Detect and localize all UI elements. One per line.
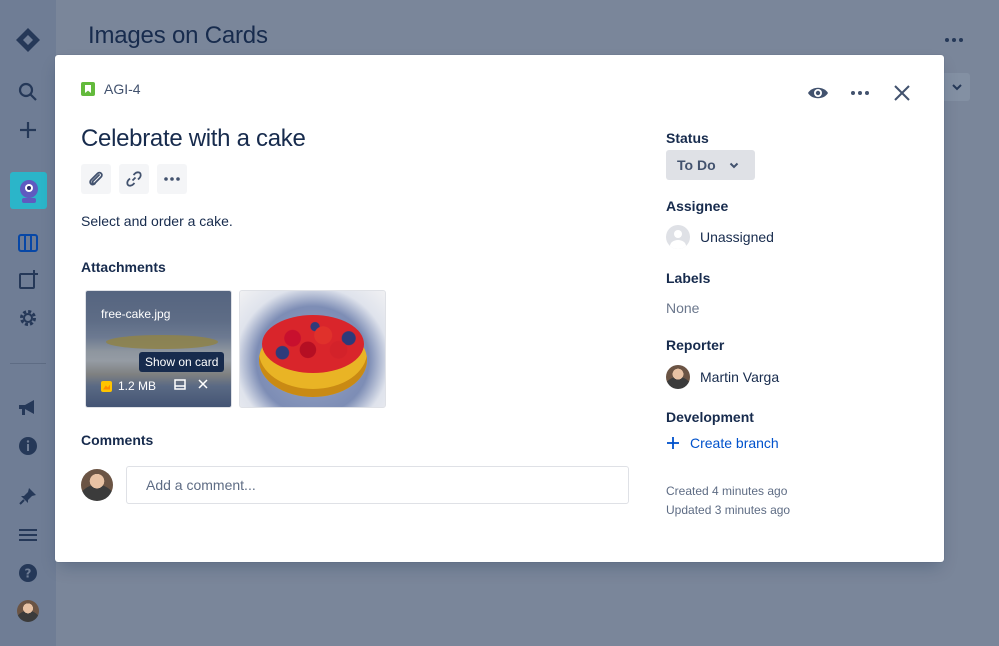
attachment-thumbnail[interactable] [239,290,386,408]
status-dropdown[interactable]: To Do [666,150,755,180]
issue-key[interactable]: AGI-4 [81,81,141,97]
profile-avatar-icon[interactable] [10,593,46,629]
menu-icon[interactable] [10,517,46,553]
reporter-field[interactable]: Martin Varga [666,365,779,389]
labels-value[interactable]: None [666,300,699,316]
assignee-label: Assignee [666,198,729,214]
updated-date: Updated 3 minutes ago [666,503,791,517]
reporter-label: Reporter [666,337,725,353]
tart-berries [262,315,364,373]
attachment-meta: 1.2 MB [101,379,156,393]
delete-icon[interactable] [198,379,208,389]
avatar [17,600,39,622]
issue-summary[interactable]: Celebrate with a cake [81,125,306,153]
attachment-name: free-cake.jpg [101,307,171,321]
more-icon [164,177,180,181]
board-more-button[interactable] [938,26,970,54]
status-label: Status [666,130,709,146]
create-icon[interactable] [10,112,46,148]
story-icon [81,82,95,96]
link-icon [126,171,142,187]
attachments-list: free-cake.jpg Show on card 1.2 MB [85,290,386,408]
assignee-value: Unassigned [700,229,774,245]
svg-text:?: ? [25,567,32,581]
labels-label: Labels [666,270,711,286]
issue-dates: Created 4 minutes ago Updated 3 minutes … [666,482,790,520]
project-avatar-icon[interactable] [10,172,47,209]
link-button[interactable] [119,164,149,194]
global-sidebar: ? [0,0,56,646]
chevron-down-icon [729,162,738,168]
comment-input[interactable]: Add a comment... [126,466,629,504]
avatar [666,365,690,389]
board-icon[interactable] [10,225,46,261]
comments-heading: Comments [81,432,154,448]
created-date: Created 4 minutes ago [666,484,788,498]
status-value: To Do [677,157,716,173]
issue-toolbar [81,164,187,194]
issue-key-text: AGI-4 [104,81,141,97]
paperclip-icon [89,171,103,186]
eye-icon [808,87,828,99]
info-icon[interactable] [10,428,46,464]
create-branch-link[interactable]: Create branch [666,435,779,451]
megaphone-icon[interactable] [10,390,46,426]
watch-button[interactable] [802,77,834,109]
development-label: Development [666,409,754,425]
more-icon [851,91,869,95]
issue-description[interactable]: Select and order a cake. [81,213,233,229]
board-title: Images on Cards [88,22,268,49]
attachments-heading: Attachments [81,259,166,275]
attachment-size: 1.2 MB [118,379,157,393]
close-button[interactable] [886,77,918,109]
modal-actions [802,77,918,109]
assignee-field[interactable]: Unassigned [666,225,774,249]
comment-composer: Add a comment... [81,466,629,504]
more-actions-button[interactable] [844,77,876,109]
add-item-icon[interactable] [10,262,46,298]
image-file-icon [101,380,112,392]
attachment-actions [174,379,208,390]
attach-button[interactable] [81,164,111,194]
search-icon[interactable] [10,74,46,110]
tooltip: Show on card [139,352,225,372]
plus-icon [667,437,679,449]
pin-icon[interactable] [10,478,46,514]
close-icon [894,85,910,101]
attachment-thumbnail[interactable]: free-cake.jpg Show on card 1.2 MB [85,290,232,408]
nav-divider [10,363,46,364]
reporter-value: Martin Varga [700,369,780,385]
jira-logo-icon[interactable] [10,22,46,58]
avatar [81,469,113,501]
unassigned-avatar-icon [666,225,690,249]
more-toolbar-button[interactable] [157,164,187,194]
settings-icon[interactable] [10,300,46,336]
help-icon[interactable]: ? [10,555,46,591]
create-branch-label: Create branch [690,435,779,451]
issue-modal: AGI-4 Celebrate with a cake Select and o… [55,55,944,562]
show-on-card-icon[interactable] [174,379,186,390]
